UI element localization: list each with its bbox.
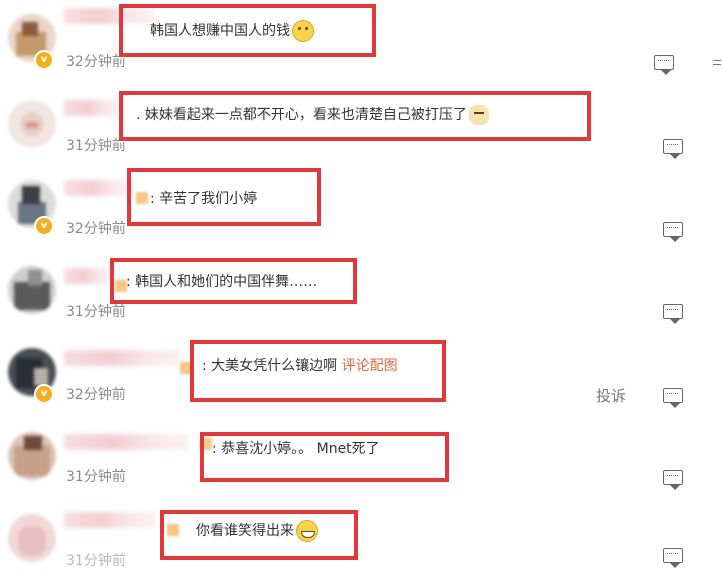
avatar[interactable]	[8, 100, 56, 148]
verified-badge-icon: v	[34, 384, 54, 404]
comment-time: 32分钟前	[66, 221, 126, 237]
avatar[interactable]	[8, 432, 56, 480]
comment-time: 31分钟前	[66, 553, 126, 569]
highlight-box	[119, 91, 591, 141]
comment-time: 31分钟前	[66, 304, 126, 320]
highlight-box	[127, 168, 321, 226]
comment-time: 31分钟前	[66, 469, 126, 485]
highlight-box	[119, 4, 376, 57]
username[interactable]	[64, 180, 134, 196]
verified-badge-icon: v	[34, 50, 54, 70]
highlight-box	[190, 340, 446, 402]
highlight-box	[160, 510, 358, 560]
comment-time: 31分钟前	[66, 138, 126, 154]
comment-item: 31分钟前 . 妹妹看起来一点都不开心，看来也清楚自己被打压了	[0, 86, 722, 170]
username[interactable]	[64, 268, 114, 284]
comment-item: 31分钟前 : 韩国人和她们的中国伴舞……	[0, 254, 722, 338]
comment-item: v 32分钟前 韩国人想赚中国人的钱	[0, 0, 722, 84]
comment-icon[interactable]	[663, 470, 683, 490]
username[interactable]	[64, 512, 156, 528]
comment-time: 32分钟前	[66, 54, 126, 70]
comment-icon[interactable]	[663, 222, 683, 242]
highlight-box	[200, 432, 449, 482]
comment-icon[interactable]	[663, 388, 683, 408]
comment-icon[interactable]	[663, 304, 683, 324]
avatar[interactable]	[8, 514, 56, 562]
comment-item: 31分钟前 你看谁笑得出来	[0, 500, 722, 584]
comment-item: 31分钟前 : 恭喜沈小婷。。 Mnet死了	[0, 420, 722, 504]
comment-item: v 32分钟前 : 辛苦了我们小婷	[0, 168, 722, 252]
avatar[interactable]	[8, 266, 56, 314]
report-button[interactable]: 投诉	[596, 385, 626, 406]
more-icon[interactable]	[713, 60, 721, 74]
username[interactable]	[64, 434, 189, 450]
highlight-box	[110, 258, 357, 304]
comment-item: v 32分钟前 : 大美女凭什么镶边啊 评论配图 投诉	[0, 336, 722, 420]
comment-icon[interactable]	[654, 55, 674, 75]
verified-badge-icon: v	[34, 216, 54, 236]
username[interactable]	[64, 350, 182, 366]
username[interactable]	[64, 100, 124, 116]
comment-icon[interactable]	[663, 139, 683, 159]
comment-time: 32分钟前	[66, 387, 126, 403]
